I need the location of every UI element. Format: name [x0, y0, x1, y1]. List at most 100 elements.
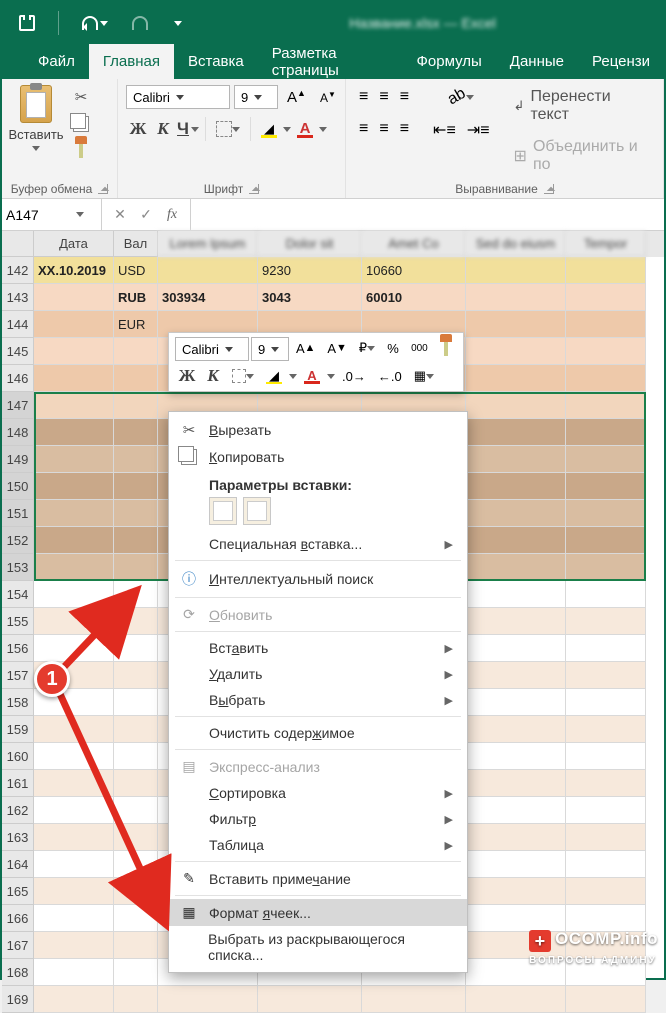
- cell[interactable]: [34, 851, 114, 878]
- ctx-copy[interactable]: Копировать: [169, 444, 467, 470]
- cell[interactable]: [114, 986, 158, 1013]
- fill-color-button[interactable]: ◢: [256, 117, 282, 141]
- cell[interactable]: [566, 797, 646, 824]
- row-header[interactable]: 167: [2, 932, 34, 959]
- increase-font-button[interactable]: A▲: [282, 85, 311, 109]
- row-header[interactable]: 149: [2, 446, 34, 473]
- copy-button[interactable]: [68, 113, 94, 135]
- paste-option-default[interactable]: [209, 497, 237, 525]
- cell[interactable]: [466, 635, 566, 662]
- undo-button[interactable]: [77, 13, 113, 33]
- cell[interactable]: [466, 392, 566, 419]
- cell[interactable]: [466, 851, 566, 878]
- cell[interactable]: [34, 905, 114, 932]
- cell[interactable]: [466, 257, 566, 284]
- cell[interactable]: [466, 338, 566, 365]
- cell[interactable]: [114, 608, 158, 635]
- cell[interactable]: [114, 365, 158, 392]
- cell[interactable]: [114, 959, 158, 986]
- paste-option-values[interactable]: [243, 497, 271, 525]
- name-box-input[interactable]: [6, 207, 76, 223]
- cell[interactable]: [566, 689, 646, 716]
- cell[interactable]: [114, 878, 158, 905]
- ctx-cut[interactable]: ✂Вырезать: [169, 416, 467, 444]
- enter-formula-button[interactable]: ✓: [134, 203, 158, 227]
- cell[interactable]: 303934: [158, 284, 258, 311]
- save-button[interactable]: [14, 12, 40, 34]
- ctx-delete[interactable]: Удалить▶: [169, 661, 467, 687]
- cell[interactable]: [466, 473, 566, 500]
- cell[interactable]: [566, 392, 646, 419]
- cell[interactable]: [566, 878, 646, 905]
- cell[interactable]: [566, 284, 646, 311]
- row-header[interactable]: 147: [2, 392, 34, 419]
- ctx-pick-from-dropdown[interactable]: Выбрать из раскрывающегося списка...: [169, 926, 467, 968]
- column-header[interactable]: Lorem Ipsum: [158, 231, 258, 257]
- cell[interactable]: [566, 500, 646, 527]
- chevron-down-icon[interactable]: [283, 127, 291, 132]
- align-top-button[interactable]: ≡: [354, 85, 373, 109]
- row-header[interactable]: 148: [2, 419, 34, 446]
- cell[interactable]: [34, 365, 114, 392]
- cell[interactable]: [34, 797, 114, 824]
- font-name-combo[interactable]: Calibri: [126, 85, 230, 109]
- cell[interactable]: [566, 338, 646, 365]
- cell[interactable]: [114, 662, 158, 689]
- borders-button[interactable]: [211, 117, 245, 141]
- cell[interactable]: [566, 527, 646, 554]
- cell[interactable]: [466, 986, 566, 1013]
- cell[interactable]: XX.10.2019: [34, 257, 114, 284]
- tab-home[interactable]: Главная: [89, 44, 174, 79]
- mini-inc-decimal[interactable]: .0→: [337, 365, 371, 387]
- cell[interactable]: [466, 284, 566, 311]
- row-header[interactable]: 161: [2, 770, 34, 797]
- ctx-format-cells[interactable]: ▦Формат ячеек...: [169, 899, 467, 926]
- align-bottom-button[interactable]: ≡: [395, 85, 414, 109]
- row-header[interactable]: 146: [2, 365, 34, 392]
- cut-button[interactable]: ✂: [70, 85, 93, 109]
- column-header[interactable]: Sed do eiusm: [466, 231, 566, 257]
- cell[interactable]: [114, 581, 158, 608]
- cell[interactable]: [466, 824, 566, 851]
- font-size-combo[interactable]: 9: [234, 85, 278, 109]
- cell[interactable]: [114, 500, 158, 527]
- cell[interactable]: [114, 851, 158, 878]
- cell[interactable]: [466, 743, 566, 770]
- tab-file[interactable]: Файл: [24, 44, 89, 79]
- align-center-button[interactable]: ≡: [374, 117, 393, 141]
- cell[interactable]: [114, 392, 158, 419]
- tab-formulas[interactable]: Формулы: [403, 44, 496, 79]
- cell[interactable]: [34, 419, 114, 446]
- cell[interactable]: [114, 770, 158, 797]
- mini-accounting-format[interactable]: ₽: [354, 337, 380, 359]
- cell[interactable]: [34, 932, 114, 959]
- cell[interactable]: [466, 500, 566, 527]
- tab-layout[interactable]: Разметка страницы: [258, 44, 403, 79]
- mini-dec-decimal[interactable]: ←.0: [373, 365, 407, 387]
- cell[interactable]: [466, 419, 566, 446]
- cell[interactable]: 60010: [362, 284, 466, 311]
- cell[interactable]: USD: [114, 257, 158, 284]
- cell[interactable]: [566, 608, 646, 635]
- cell[interactable]: [114, 824, 158, 851]
- row-header[interactable]: 145: [2, 338, 34, 365]
- cell[interactable]: [466, 662, 566, 689]
- align-right-button[interactable]: ≡: [395, 117, 414, 141]
- cell[interactable]: [34, 770, 114, 797]
- row-header[interactable]: 150: [2, 473, 34, 500]
- cell[interactable]: [466, 689, 566, 716]
- column-header[interactable]: Дата: [34, 231, 114, 257]
- row-header[interactable]: 165: [2, 878, 34, 905]
- cell[interactable]: [114, 446, 158, 473]
- column-header[interactable]: Tempor: [566, 231, 646, 257]
- cell[interactable]: [34, 824, 114, 851]
- row-header[interactable]: 159: [2, 716, 34, 743]
- cell[interactable]: [466, 608, 566, 635]
- row-header[interactable]: 144: [2, 311, 34, 338]
- row-header[interactable]: 163: [2, 824, 34, 851]
- cancel-formula-button[interactable]: ✕: [108, 203, 132, 227]
- cell[interactable]: [114, 905, 158, 932]
- cell[interactable]: [114, 554, 158, 581]
- ctx-sort[interactable]: Сортировка▶: [169, 780, 467, 806]
- ctx-insert-comment[interactable]: ✎Вставить примечание: [169, 865, 467, 892]
